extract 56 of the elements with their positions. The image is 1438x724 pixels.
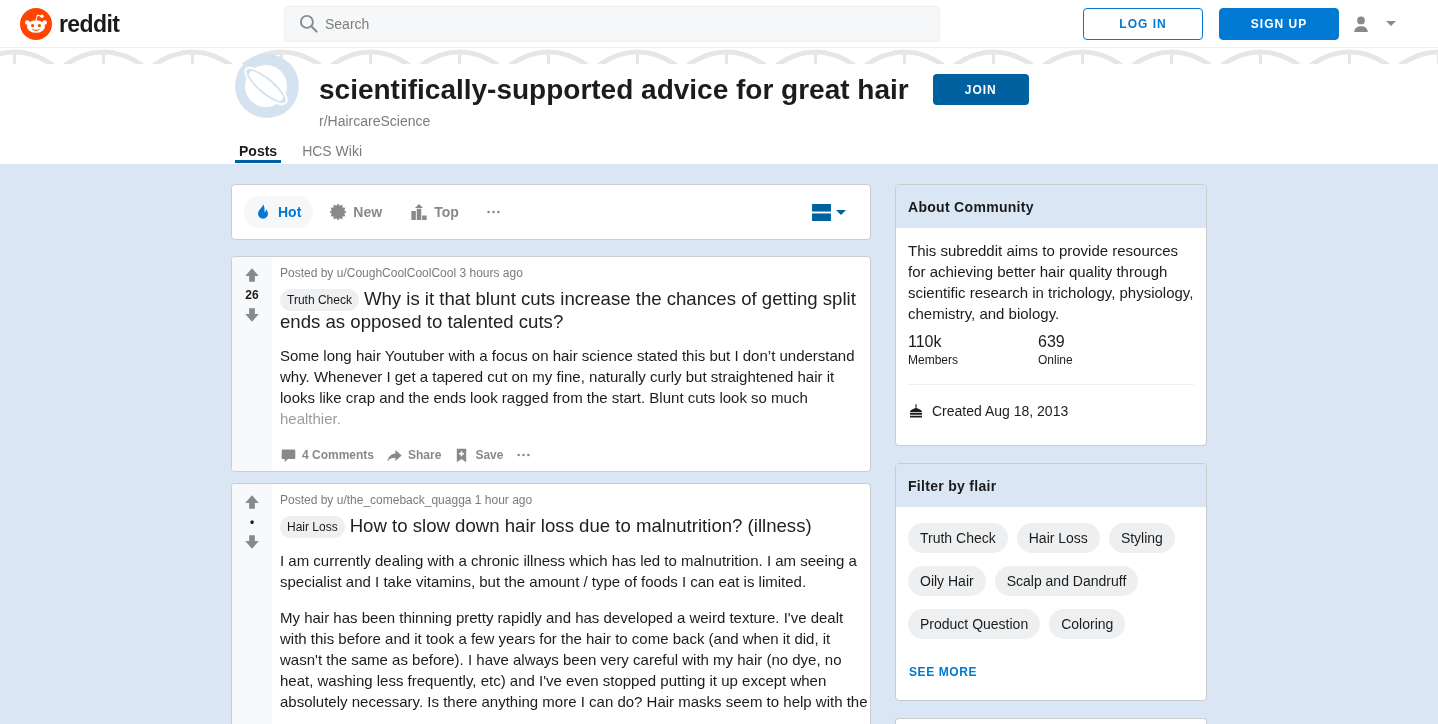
caret-icon (1386, 21, 1396, 26)
logo-text[interactable]: reddit (59, 9, 120, 38)
sort-option[interactable]: Hot (244, 196, 314, 228)
post-paragraph: My hair has been thinning pretty rapidly and has developed a weird texture. I've dealt with this before and it took a few years for the hair to come back (and when it did, it wasn't the same as before). I have always been very careful with my hair (no dye, no heat, washing less frequently, etc) and I've even stopped putting it up except when absolutely necessary. Is there anything more I can do? Hair masks seem to help with the (280, 608, 869, 712)
stat-label: Members (908, 352, 959, 368)
post-byline: Posted by u/the_comeback_quagga 1 hour ago (280, 492, 534, 508)
flair-filter-button[interactable]: Hair Loss (1016, 523, 1100, 553)
post-card[interactable] (231, 483, 871, 724)
search-field[interactable]: Search (284, 5, 940, 42)
post-paragraph: Some long hair Youtuber with a focus on hair science stated this but I don’t understand why. Whenever I get a tapered cut on my fine, naturally curly but straightened hair it looks like crap and the ends look ragged from the start. Blunt cuts look so much healthier. (280, 346, 856, 429)
flair-filter-button[interactable]: Oily Hair (908, 566, 986, 596)
more-icon[interactable] (517, 453, 531, 457)
created-date: Created Aug 18, 2013 (932, 402, 1069, 421)
join-button[interactable]: JOIN (932, 74, 1029, 105)
search-icon (299, 13, 318, 33)
burst-icon (329, 203, 348, 221)
comments-button[interactable]: 4 Comments (276, 439, 379, 471)
community-name: r/HaircareScience (319, 112, 432, 130)
upvote-icon[interactable] (243, 266, 261, 284)
caret-icon (836, 209, 846, 215)
stat-value: 110k (908, 332, 943, 352)
community-title: scientifically-supported advice for great hair (319, 74, 909, 106)
more-icon[interactable] (486, 210, 500, 214)
flair-filter-button[interactable]: Scalp and Dandruff (994, 566, 1139, 596)
upvote-icon[interactable] (243, 493, 261, 511)
card-title: Filter by flair (896, 464, 1206, 507)
flair-tag[interactable]: Hair Loss (280, 516, 345, 538)
post-title[interactable]: Hair Loss How to slow down hair loss due to malnutrition? (illness) (280, 515, 862, 538)
flair-filter-button[interactable]: Styling (1108, 523, 1175, 553)
post-title[interactable]: Truth Check Why is it that blunt cuts increase the chances of getting split ends as opposed to talented cuts? (280, 288, 862, 333)
user-menu-button[interactable] (1352, 14, 1396, 33)
tab[interactable]: HCS Wiki (298, 138, 366, 163)
tab[interactable]: Posts (235, 138, 282, 163)
flair-filter-button[interactable]: Product Question (908, 609, 1041, 639)
cake-icon (908, 403, 924, 419)
post-paragraph: I am currently dealing with a chronic illness which has led to malnutrition. I am seeing a specialist and I take vitamins, but the amount / type of foods I can eat is limited. (280, 551, 858, 592)
vote-score: • (249, 514, 255, 530)
flair-filter-button[interactable]: Coloring (1049, 609, 1126, 639)
vote-score: 26 (245, 287, 259, 303)
flair-tag[interactable]: Truth Check (280, 289, 359, 311)
post-byline: Posted by u/CoughCoolCoolCool 3 hours ago (280, 265, 524, 281)
post-card[interactable] (231, 256, 871, 472)
stat-value: 639 (1038, 332, 1066, 352)
downvote-icon[interactable] (243, 533, 261, 551)
logo-icon[interactable] (20, 7, 52, 40)
community-description: This subreddit aims to provide resources for achieving better hair quality through scientific research in trichology, physiology, chemistry, and biology. (908, 241, 1194, 324)
log-in-button[interactable]: LOG IN (1083, 7, 1203, 40)
card-title: About Community (896, 185, 1206, 228)
bars-icon (410, 203, 429, 221)
user-icon (1352, 14, 1370, 33)
sign-up-button[interactable]: SIGN UP (1219, 7, 1339, 40)
downvote-icon[interactable] (243, 306, 261, 324)
stat-label: Online (1038, 352, 1074, 368)
see-more-link[interactable]: SEE MORE (908, 664, 979, 680)
flair-filter-button[interactable]: Truth Check (908, 523, 1008, 553)
card-view-icon (812, 203, 831, 221)
